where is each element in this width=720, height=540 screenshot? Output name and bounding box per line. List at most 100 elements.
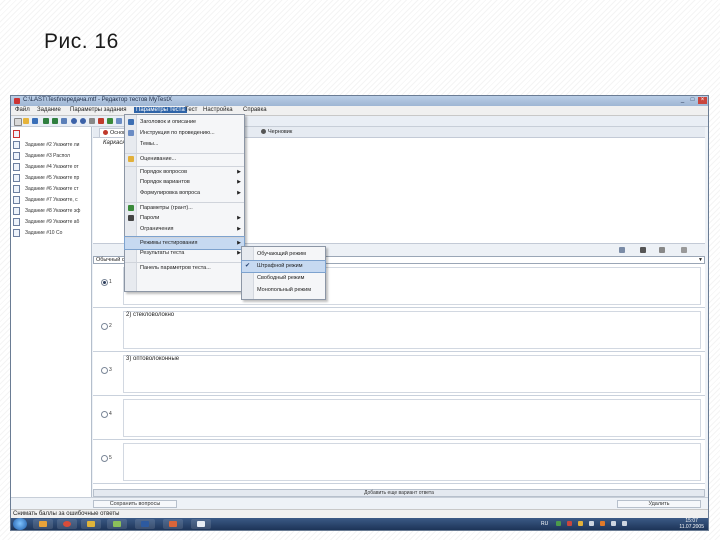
maximize-button[interactable]: □ [688, 97, 697, 104]
taskbar-app[interactable] [135, 519, 155, 529]
filter-icon[interactable] [43, 118, 49, 124]
task-item[interactable]: Задание #8 Укажите эф [13, 206, 89, 216]
title-bar: C:\LAST\Test\передача.mtf - Редактор тес… [11, 96, 708, 106]
menu-task[interactable]: Задание [37, 107, 61, 113]
document-icon [13, 229, 20, 237]
menu-item[interactable]: Инструкция по проведению... [125, 128, 244, 139]
submenu-item[interactable]: Обучающий режим [242, 249, 325, 260]
task-item[interactable]: Задание #3 Распол [13, 151, 89, 161]
sort-icon[interactable] [61, 118, 67, 124]
task-item[interactable]: Задание #6 Укажите ст [13, 184, 89, 194]
tray-icon[interactable] [556, 521, 561, 526]
chevron-right-icon: ▶ [237, 225, 241, 232]
answer-input[interactable] [123, 443, 701, 481]
menu-settings[interactable]: Настройка [203, 107, 233, 113]
slide-caption: Рис. 16 [44, 30, 119, 53]
options-icon[interactable] [681, 247, 687, 253]
format-icon[interactable] [659, 247, 665, 253]
run-icon[interactable] [107, 118, 113, 124]
document-icon [13, 174, 20, 182]
delete-button[interactable]: Удалить [617, 500, 701, 508]
new-icon[interactable] [14, 118, 22, 126]
view-icon[interactable] [116, 118, 122, 124]
tab-draft[interactable]: Черновик [258, 128, 295, 136]
taskbar-app[interactable] [191, 519, 211, 529]
task-item[interactable]: Задание #9 Укажите аб [13, 217, 89, 227]
task-item[interactable]: Задание #4 Укажите от [13, 162, 89, 172]
system-clock[interactable]: 15:07 11.07.2005 [679, 518, 704, 530]
chevron-right-icon: ▶ [237, 179, 241, 185]
save-questions-button[interactable]: Сохранить вопросы [93, 500, 177, 508]
menu-item[interactable]: Формулировка вопроса ▶ [125, 188, 244, 199]
task-item[interactable] [13, 129, 89, 139]
menu-item-icon [128, 130, 134, 136]
answer-radio[interactable] [101, 323, 108, 330]
start-button[interactable] [13, 518, 27, 530]
task-label: Задание #7 Укажите, с [25, 197, 78, 203]
menu-item[interactable]: Порядок вариантов ▶ [125, 177, 244, 188]
task-item[interactable]: Задание #5 Укажите пр [13, 173, 89, 183]
filter2-icon[interactable] [52, 118, 58, 124]
taskbar-app[interactable] [57, 519, 77, 529]
menu-item[interactable]: Панель параметров теста... [125, 261, 244, 274]
add-answer-button[interactable]: Добавить еще вариант ответа [93, 489, 705, 497]
minimize-button[interactable]: _ [678, 97, 687, 104]
clock-date: 11.07.2005 [679, 524, 704, 530]
menu-test-params[interactable]: Параметры теста [134, 107, 187, 113]
menu-task-params[interactable]: Параметры задания [70, 107, 127, 113]
help-icon[interactable] [80, 118, 86, 124]
menu-item-label: Порядок вопросов [140, 169, 187, 175]
media-icon[interactable] [640, 247, 646, 253]
submenu-item-label: Штрафной режим [257, 263, 303, 269]
open-icon[interactable] [23, 118, 29, 124]
app-window: C:\LAST\Test\передача.mtf - Редактор тес… [10, 95, 709, 531]
taskbar-app[interactable] [107, 519, 127, 529]
answer-number: 3 [109, 367, 112, 373]
answer-number: 5 [109, 455, 112, 461]
menu-item[interactable]: Оценивание... [125, 152, 244, 165]
volume-icon[interactable] [622, 521, 627, 526]
menu-file[interactable]: Файл [15, 107, 30, 113]
network-icon[interactable] [611, 521, 616, 526]
answer-input[interactable] [123, 399, 701, 437]
powerpoint-icon [169, 521, 177, 527]
answer-radio[interactable] [101, 367, 108, 374]
taskbar-app[interactable] [163, 519, 183, 529]
answer-input[interactable] [123, 311, 701, 349]
stop-icon[interactable] [98, 118, 104, 124]
browser-icon [63, 521, 71, 527]
task-label: Задание #5 Укажите пр [25, 175, 80, 181]
settings-icon[interactable] [71, 118, 77, 124]
info-icon[interactable] [89, 118, 95, 124]
menu-item[interactable]: Результаты теста ▶ [125, 248, 244, 259]
submenu-item[interactable]: ✔ Штрафной режим [241, 260, 326, 273]
menu-item[interactable]: Заголовок и описание [125, 117, 244, 128]
menu-item[interactable]: Темы... [125, 139, 244, 150]
tray-icon[interactable] [589, 521, 594, 526]
task-item[interactable]: Задание #10 Со [13, 228, 89, 238]
submenu-item[interactable]: Свободный режим [242, 273, 325, 284]
submenu-item[interactable]: Монопольный режим [242, 285, 325, 296]
answer-row: 5 [93, 441, 705, 484]
menu-item[interactable]: Пароли ▶ [125, 213, 244, 224]
tray-icon[interactable] [567, 521, 572, 526]
tray-icon[interactable] [578, 521, 583, 526]
task-label: Задание #2 Укажите ли [25, 142, 80, 148]
answer-input[interactable] [123, 355, 701, 393]
answer-radio[interactable] [101, 411, 108, 418]
task-item[interactable]: Задание #2 Укажите ли [13, 140, 89, 150]
taskbar-app[interactable] [81, 519, 101, 529]
menu-item[interactable]: Ограничения ▶ [125, 224, 244, 235]
menu-help[interactable]: Справка [243, 107, 267, 113]
menu-item-label: Темы... [140, 141, 159, 147]
answer-radio[interactable] [101, 455, 108, 462]
tray-icon[interactable] [600, 521, 605, 526]
save-icon[interactable] [32, 118, 38, 124]
image-icon[interactable] [619, 247, 625, 253]
taskbar-app[interactable] [33, 519, 53, 529]
close-button[interactable]: × [698, 97, 707, 104]
answer-radio[interactable] [101, 279, 108, 286]
menu-test[interactable]: Тест [185, 107, 197, 113]
task-item[interactable]: Задание #7 Укажите, с [13, 195, 89, 205]
language-indicator[interactable]: RU [541, 521, 548, 527]
